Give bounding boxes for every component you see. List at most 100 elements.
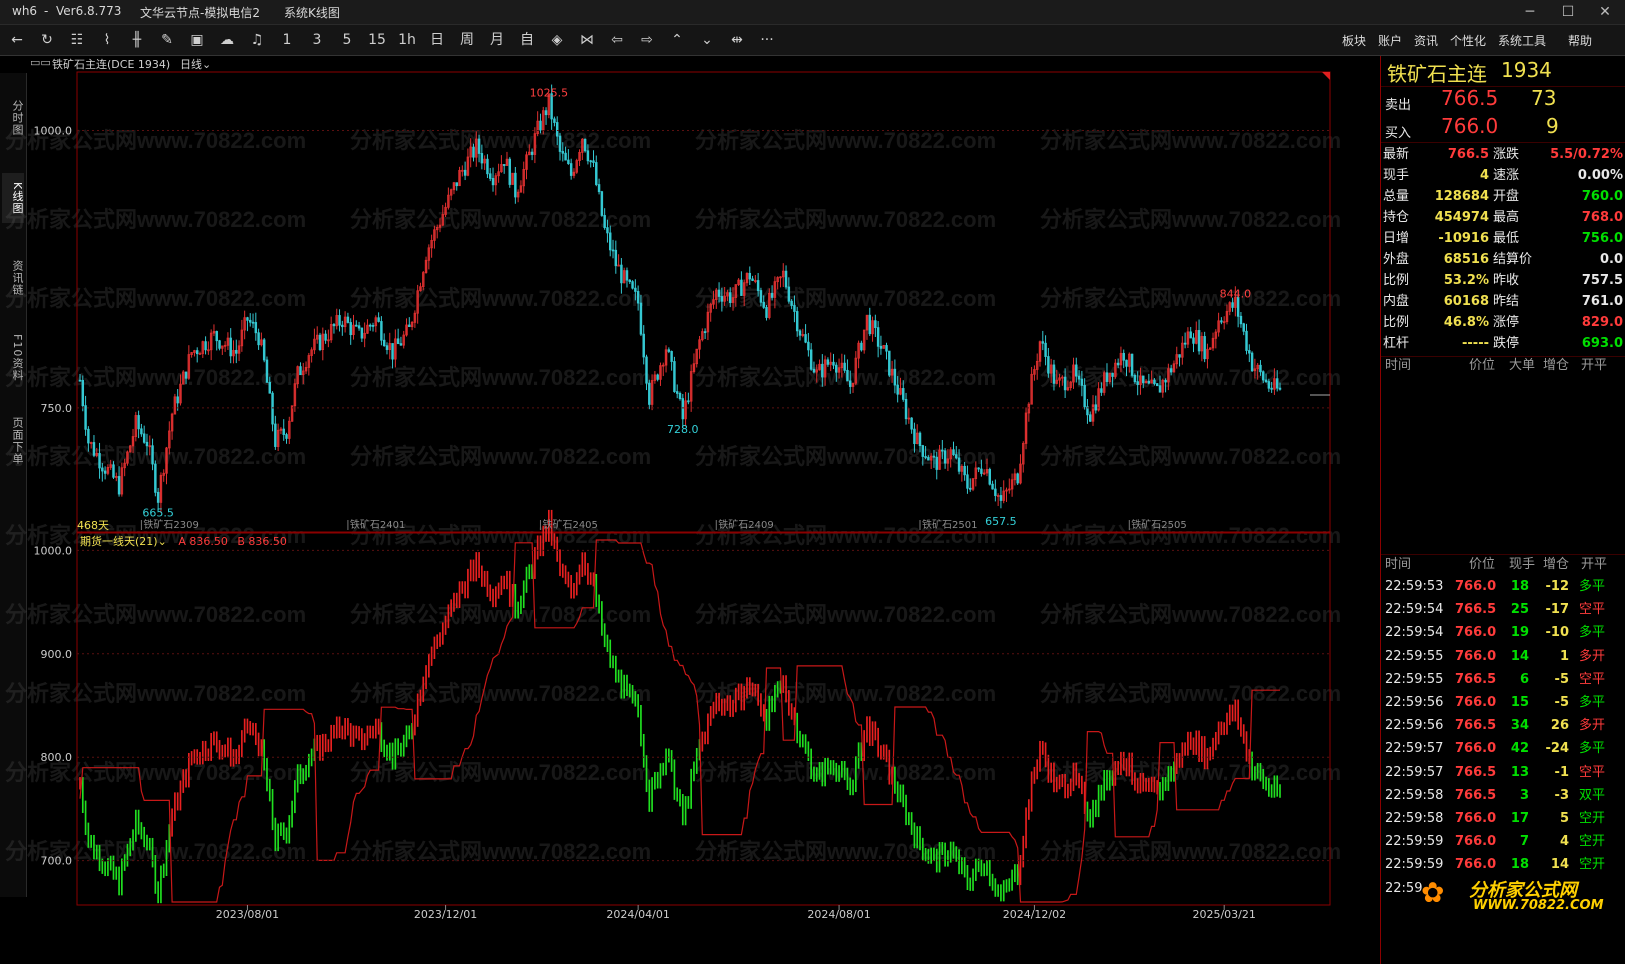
tick-col-header: 增仓: [1543, 557, 1570, 572]
candle-body: [1267, 381, 1271, 389]
menu-news[interactable]: 资讯: [1414, 32, 1438, 49]
quote-label: 昨收: [1493, 273, 1520, 288]
candle-body: [893, 368, 897, 386]
candle-body: [595, 162, 598, 185]
quote-value: 0.0: [1599, 252, 1623, 267]
menu-account[interactable]: 账户: [1378, 32, 1402, 49]
indicator-name[interactable]: 期货一线天(21): [80, 535, 158, 548]
candle-body: [1016, 473, 1019, 484]
candle-body: [795, 311, 799, 332]
candle-body: [673, 361, 676, 392]
candle-body: [1250, 352, 1254, 372]
maximize-button[interactable]: ☐: [1553, 2, 1583, 22]
candle-body: [184, 371, 188, 379]
candle-body: [92, 442, 96, 456]
candle-body: [285, 434, 288, 439]
sub-ytick: 800.0: [41, 751, 73, 764]
candle-body: [620, 264, 623, 284]
candle-body: [589, 160, 592, 163]
candle-body: [502, 164, 506, 166]
candle-body: [151, 445, 154, 465]
tick-time: 22:59:57: [1385, 741, 1444, 757]
buy-price: 766.0: [1441, 114, 1499, 138]
candle-body: [251, 321, 255, 324]
menu-help[interactable]: 帮助: [1568, 32, 1592, 49]
candle-body: [790, 300, 793, 306]
candle-body: [569, 163, 573, 176]
candle-body: [553, 118, 556, 123]
candle-body: [195, 350, 199, 355]
chevron-down-icon[interactable]: ⌄: [158, 535, 167, 548]
main-ytick: 750.0: [41, 402, 73, 415]
candle-body: [902, 388, 905, 400]
menu-personalize[interactable]: 个性化: [1450, 32, 1486, 49]
kline-chart[interactable]: 分析家公式网www.70822.com 分析家公式网www.70822.com 分析…: [0, 0, 1380, 964]
candle-body: [910, 417, 913, 430]
candle-body: [759, 290, 763, 303]
candle-body: [176, 396, 179, 404]
tick-oi-change: -17: [1545, 602, 1570, 618]
tick-type: 多平: [1579, 741, 1606, 757]
candle-body: [943, 450, 947, 464]
candle-body: [1259, 364, 1262, 373]
watermark-text: 分析家公式网www.70822.com: [350, 286, 651, 311]
tick-volume: 25: [1510, 602, 1529, 618]
candle-body: [349, 322, 352, 336]
candle-body: [639, 302, 643, 335]
candle-body: [860, 342, 863, 351]
candle-body: [265, 359, 269, 383]
quote-label: 总量: [1383, 189, 1410, 204]
watermark-text: 分析家公式网www.70822.com: [695, 602, 996, 627]
tick-time: 22:59:58: [1385, 811, 1444, 826]
watermark-text: 分析家公式网www.70822.com: [5, 602, 306, 627]
candle-body: [1116, 362, 1120, 366]
candle-body: [357, 325, 361, 329]
candle-body: [835, 364, 838, 373]
candle-body: [885, 345, 888, 352]
candle-body: [1047, 356, 1050, 374]
candle-body: [346, 316, 350, 323]
candle-body: [1231, 302, 1234, 308]
quote-label: 内盘: [1383, 294, 1410, 309]
candle-body: [198, 353, 202, 355]
menu-system-tools[interactable]: 系统工具: [1498, 32, 1546, 49]
candle-body: [1264, 379, 1268, 382]
candle-body: [1275, 378, 1279, 389]
minimize-button[interactable]: ─: [1515, 2, 1545, 22]
candle-body: [1122, 352, 1125, 361]
candle-body: [117, 476, 121, 495]
quote-label: 比例: [1383, 273, 1410, 288]
candle-body: [966, 474, 969, 489]
tick-time: 22:59:55: [1385, 671, 1444, 687]
candle-body: [667, 349, 671, 352]
watermark-text: 分析家公式网www.70822.com: [695, 760, 996, 785]
watermark-text: 分析家公式网www.70822.com: [1040, 207, 1341, 232]
close-button[interactable]: ✕: [1590, 2, 1620, 22]
candle-body: [257, 332, 260, 346]
sell-label: 卖出: [1385, 98, 1412, 113]
candle-body: [371, 325, 375, 327]
candle-body: [215, 331, 218, 342]
tick-price: 766.5: [1455, 671, 1497, 687]
candle-body: [868, 314, 872, 335]
candle-body: [843, 362, 846, 371]
candle-body: [935, 456, 938, 470]
candle-body: [472, 146, 475, 158]
sell-volume: 73: [1531, 86, 1557, 110]
candle-body: [1147, 380, 1151, 384]
candle-body: [963, 465, 966, 476]
watermark-text: 分析家公式网www.70822.com: [1040, 602, 1341, 627]
tick-type: 空平: [1579, 602, 1606, 618]
candle-body: [678, 392, 682, 399]
candle-body: [717, 289, 721, 297]
candle-body: [235, 349, 238, 354]
candle-body: [268, 382, 272, 394]
candle-body: [592, 160, 595, 163]
tick-price: 766.5: [1455, 787, 1497, 803]
candle-body: [957, 457, 961, 472]
quote-label: 跌停: [1493, 336, 1520, 351]
quote-label: 最新: [1383, 147, 1410, 162]
candle-body: [1164, 380, 1167, 383]
quote-label: 速涨: [1493, 168, 1520, 183]
candle-body: [567, 159, 570, 164]
